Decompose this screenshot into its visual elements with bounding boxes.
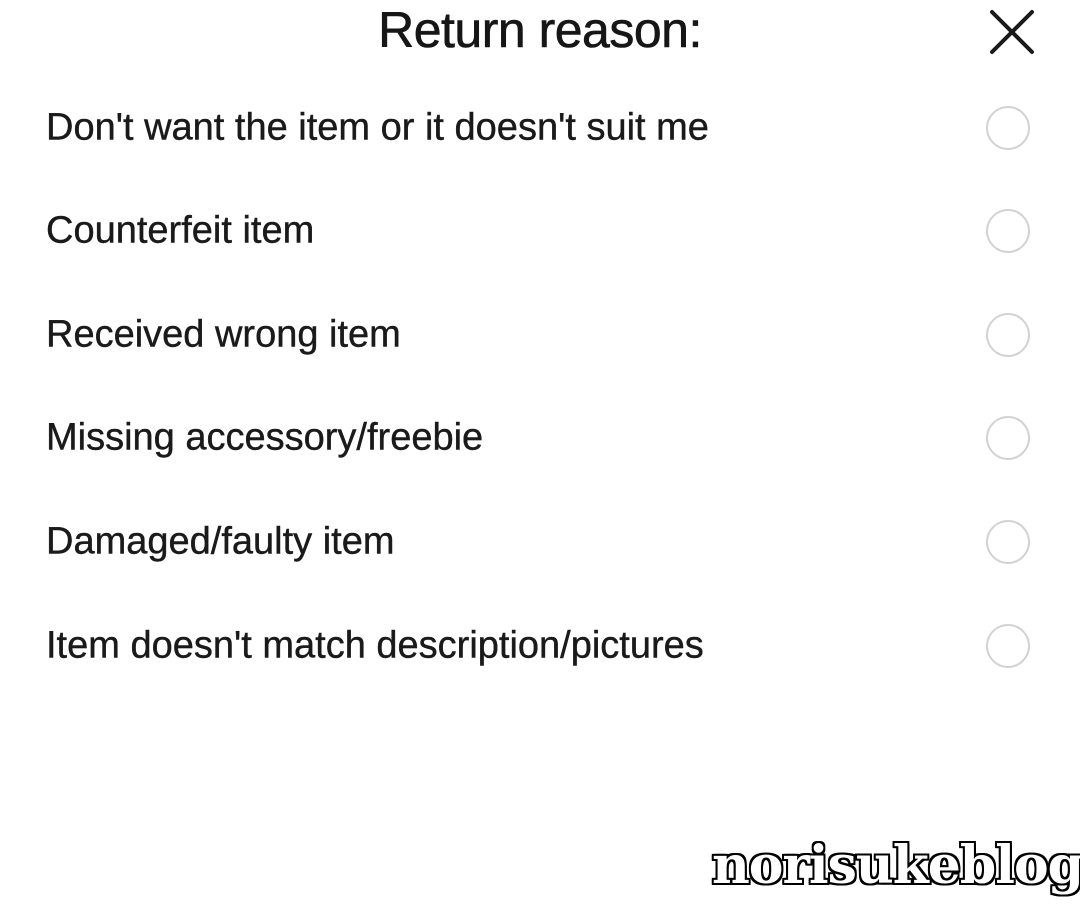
radio-button[interactable] (986, 209, 1030, 253)
close-icon (990, 10, 1034, 54)
reason-option-counterfeit[interactable]: Counterfeit item (0, 179, 1080, 283)
reason-option-wrong-item[interactable]: Received wrong item (0, 283, 1080, 387)
reason-option-dont-want[interactable]: Don't want the item or it doesn't suit m… (0, 76, 1080, 180)
radio-button[interactable] (986, 106, 1030, 150)
radio-button[interactable] (986, 416, 1030, 460)
reason-label: Counterfeit item (46, 209, 315, 252)
reason-label: Missing accessory/freebie (46, 416, 484, 459)
return-reason-sheet: Return reason: Don't want the item or it… (0, 0, 1080, 905)
close-button[interactable] (982, 2, 1042, 62)
reason-label: Item doesn't match description/pictures (46, 624, 704, 667)
reason-option-damaged[interactable]: Damaged/faulty item (0, 490, 1080, 594)
reason-label: Don't want the item or it doesn't suit m… (46, 106, 709, 149)
reason-option-missing-accessory[interactable]: Missing accessory/freebie (0, 386, 1080, 490)
radio-button[interactable] (986, 624, 1030, 668)
sheet-title: Return reason: (378, 2, 703, 59)
radio-button[interactable] (986, 520, 1030, 564)
radio-button[interactable] (986, 313, 1030, 357)
reason-label: Damaged/faulty item (46, 520, 395, 563)
reason-option-not-as-described[interactable]: Item doesn't match description/pictures (0, 594, 1080, 698)
watermark: norisukeblog (712, 835, 1080, 896)
reason-label: Received wrong item (46, 313, 401, 356)
